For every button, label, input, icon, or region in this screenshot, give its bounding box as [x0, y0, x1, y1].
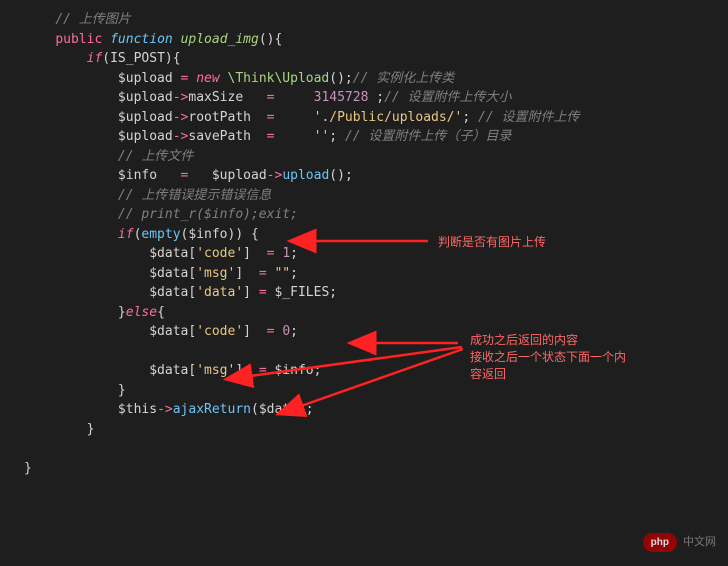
code-line: $data['msg'] = ""; — [24, 264, 728, 284]
code-line: // 上传文件 — [24, 147, 728, 167]
code-line: } — [24, 420, 728, 440]
code-line: }else{ — [24, 303, 728, 323]
code-line: $upload->maxSize = 3145728 ;// 设置附件上传大小 — [24, 88, 728, 108]
code-line: } — [24, 459, 728, 479]
code-line: public function upload_img(){ — [24, 30, 728, 50]
code-line: // 上传图片 — [24, 10, 728, 30]
code-line: $info = $upload->upload(); — [24, 166, 728, 186]
code-line: $this->ajaxReturn($data); — [24, 400, 728, 420]
code-line: $upload->savePath = ''; // 设置附件上传（子）目录 — [24, 127, 728, 147]
code-line: // print_r($info);exit; — [24, 205, 728, 225]
code-line: $upload = new \Think\Upload();// 实例化上传类 — [24, 69, 728, 89]
code-line: $data['data'] = $_FILES; — [24, 283, 728, 303]
watermark-badge: php — [643, 533, 677, 552]
annotation-text-1: 判断是否有图片上传 — [438, 234, 546, 251]
annotation-text-2: 成功之后返回的内容 接收之后一个状态下面一个内 容返回 — [470, 332, 626, 382]
code-line: $data['code'] = 1; — [24, 244, 728, 264]
code-line: if(IS_POST){ — [24, 49, 728, 69]
code-line: $upload->rootPath = './Public/uploads/';… — [24, 108, 728, 128]
code-line: } — [24, 381, 728, 401]
watermark: php 中文网 — [643, 533, 716, 552]
code-line — [24, 439, 728, 459]
watermark-text: 中文网 — [683, 534, 716, 551]
code-line: if(empty($info)) { — [24, 225, 728, 245]
code-line: // 上传错误提示错误信息 — [24, 186, 728, 206]
